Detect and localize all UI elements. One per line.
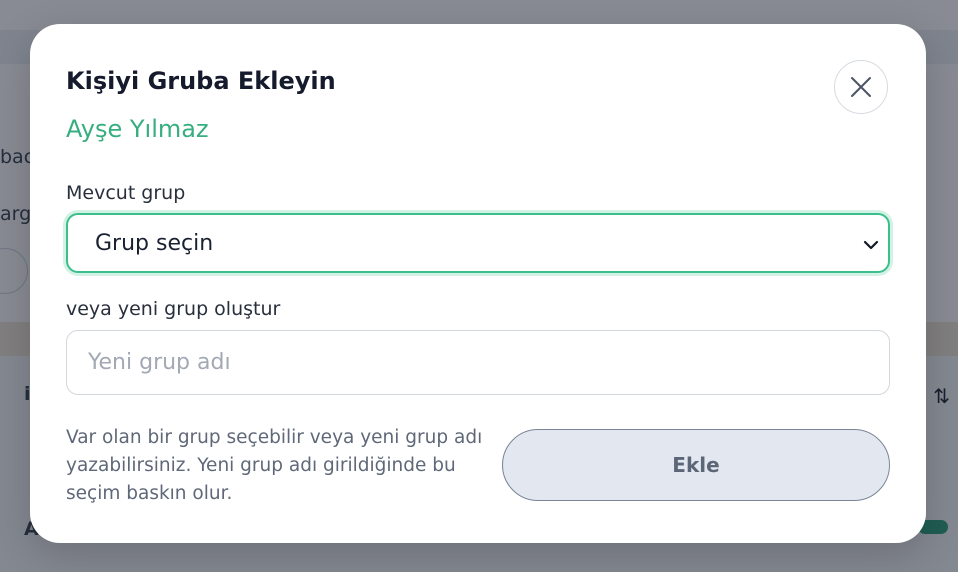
new-group-name-input[interactable]: [66, 330, 890, 395]
existing-group-selected-value: Grup seçin: [95, 231, 214, 256]
existing-group-select[interactable]: Grup seçin: [66, 213, 890, 273]
help-text: Var olan bir grup seçebilir veya yeni gr…: [66, 427, 483, 504]
chevron-down-icon: [863, 240, 879, 250]
close-icon: [851, 77, 871, 97]
close-button[interactable]: [834, 60, 888, 114]
contact-name: Ayşe Yılmaz: [66, 115, 209, 143]
add-to-group-modal: Kişiyi Gruba Ekleyin Ayşe Yılmaz Mevcut …: [30, 24, 926, 543]
add-button[interactable]: Ekle: [502, 429, 890, 501]
modal-title: Kişiyi Gruba Ekleyin: [66, 67, 336, 95]
existing-group-label: Mevcut grup: [66, 182, 186, 204]
new-group-label: veya yeni grup oluştur: [66, 298, 281, 320]
